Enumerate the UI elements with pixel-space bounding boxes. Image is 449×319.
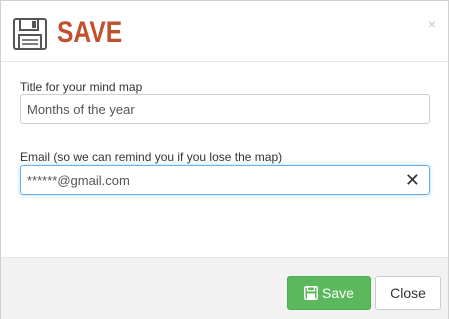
title-input[interactable]: Months of the year: [20, 94, 430, 124]
save-icon: [304, 285, 319, 300]
email-input[interactable]: ******@gmail.com ✕: [20, 165, 430, 195]
save-button[interactable]: Save: [287, 276, 371, 310]
email-input-value: ******@gmail.com: [27, 173, 130, 188]
dialog-header: SAVE ×: [1, 1, 448, 62]
dialog-title: SAVE: [57, 16, 123, 49]
close-button[interactable]: Close: [375, 276, 441, 310]
save-button-label: Save: [322, 285, 354, 301]
floppy-disk-icon: [13, 18, 47, 50]
dialog-footer: Save Close: [1, 257, 448, 319]
email-field-label: Email (so we can remind you if you lose …: [20, 150, 283, 164]
clear-email-icon[interactable]: ✕: [405, 170, 420, 190]
title-field-label: Title for your mind map: [20, 80, 143, 94]
title-input-value: Months of the year: [27, 102, 135, 117]
close-icon[interactable]: ×: [428, 17, 436, 31]
save-dialog: SAVE × Title for your mind map Months of…: [0, 0, 449, 319]
